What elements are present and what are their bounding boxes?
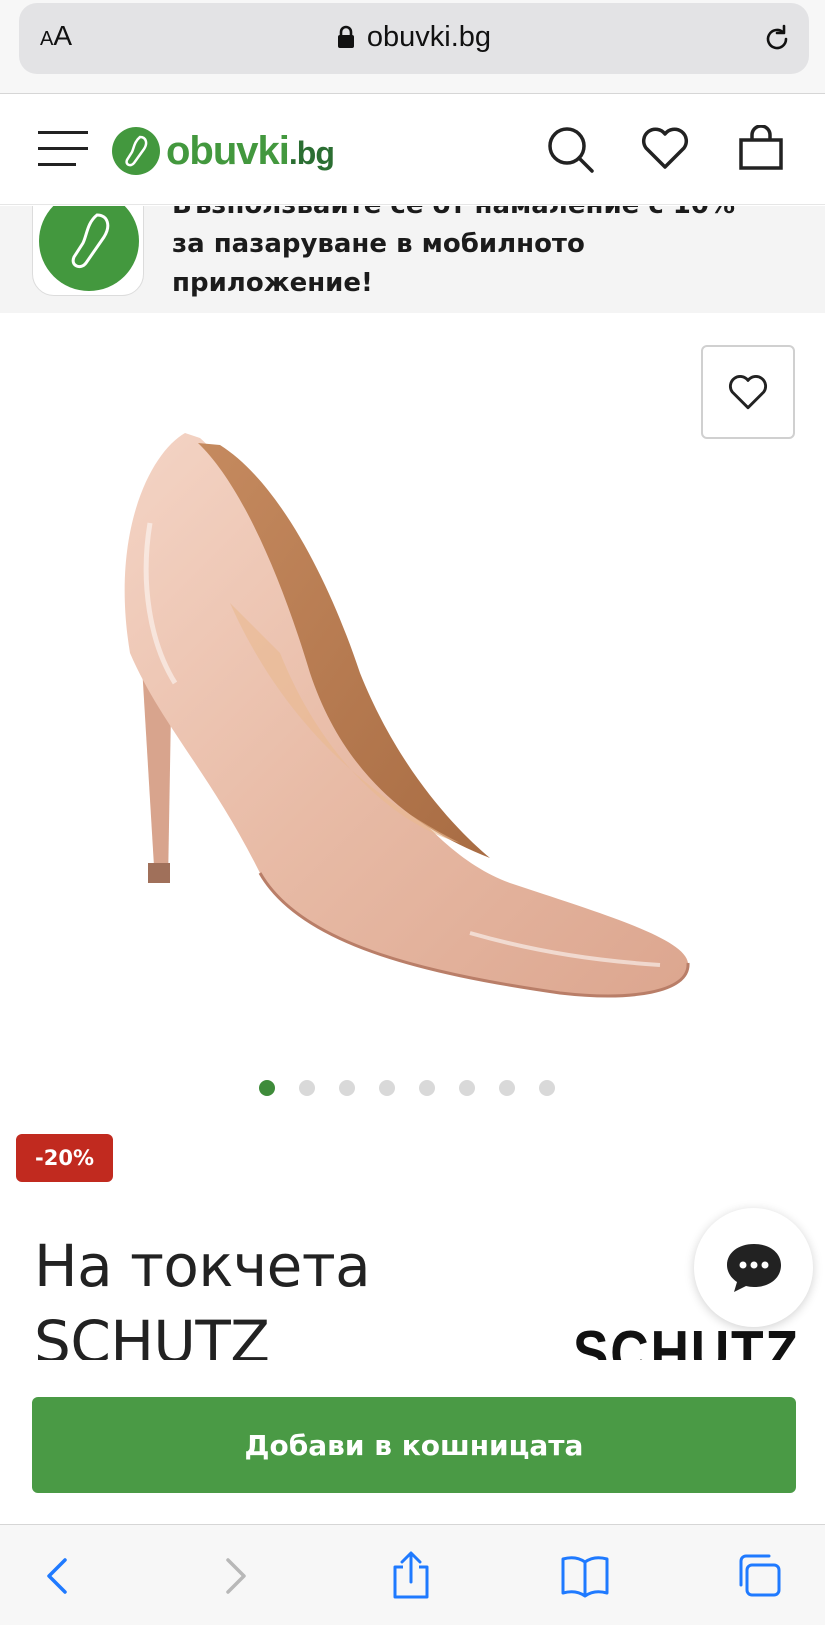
- product-title: На токчета SCHUTZ: [34, 1232, 371, 1360]
- tabs-icon[interactable]: [734, 1551, 784, 1601]
- app-promo-banner[interactable]: Възползвайте се от намаление с 10% за па…: [0, 206, 825, 313]
- share-icon[interactable]: [386, 1551, 436, 1601]
- wishlist-heart-icon[interactable]: [640, 125, 690, 175]
- address-bar[interactable]: AA obuvki.bg: [19, 3, 809, 74]
- browser-address-area: AA obuvki.bg: [0, 0, 825, 94]
- chat-button[interactable]: [694, 1208, 813, 1327]
- chat-icon: [726, 1243, 781, 1292]
- shopping-bag-icon[interactable]: [738, 124, 784, 175]
- heart-icon: [729, 375, 767, 410]
- url-display[interactable]: obuvki.bg: [19, 21, 809, 57]
- hamburger-menu-icon[interactable]: [38, 127, 88, 171]
- app-icon: [32, 206, 144, 296]
- add-to-cart-button[interactable]: Добави в кошницата: [32, 1397, 796, 1493]
- gallery-dot[interactable]: [338, 1080, 355, 1096]
- gallery-dot[interactable]: [418, 1080, 435, 1096]
- gallery-dot[interactable]: [458, 1080, 475, 1096]
- logo-tld: .bg: [288, 134, 335, 171]
- gallery-dot[interactable]: [298, 1080, 315, 1096]
- gallery-dot[interactable]: [538, 1080, 555, 1096]
- browser-toolbar: [0, 1524, 825, 1625]
- product-gallery[interactable]: [0, 313, 825, 1065]
- promo-text: Възползвайте се от намаление с 10% за па…: [172, 206, 735, 298]
- site-logo[interactable]: obuvki.bg: [110, 123, 335, 179]
- gallery-dot[interactable]: [258, 1080, 275, 1096]
- back-icon[interactable]: [33, 1551, 83, 1601]
- discount-badge: -20%: [16, 1134, 113, 1182]
- footprint-logo-icon: [112, 127, 160, 175]
- gallery-pagination[interactable]: [0, 1080, 825, 1096]
- add-to-cart-bar: Добави в кошницата: [0, 1360, 825, 1524]
- url-text: obuvki.bg: [366, 21, 492, 53]
- gallery-dot[interactable]: [498, 1080, 515, 1096]
- reload-icon[interactable]: [761, 23, 793, 59]
- gallery-dot[interactable]: [378, 1080, 395, 1096]
- site-header: obuvki.bg: [0, 95, 825, 205]
- add-to-favorites-button[interactable]: [701, 345, 795, 439]
- product-image: [124, 433, 690, 998]
- logo-name: obuvki: [166, 128, 290, 173]
- search-icon[interactable]: [546, 125, 596, 179]
- forward-icon[interactable]: [210, 1551, 260, 1601]
- lock-icon: [337, 24, 355, 57]
- bookmarks-icon[interactable]: [560, 1551, 610, 1601]
